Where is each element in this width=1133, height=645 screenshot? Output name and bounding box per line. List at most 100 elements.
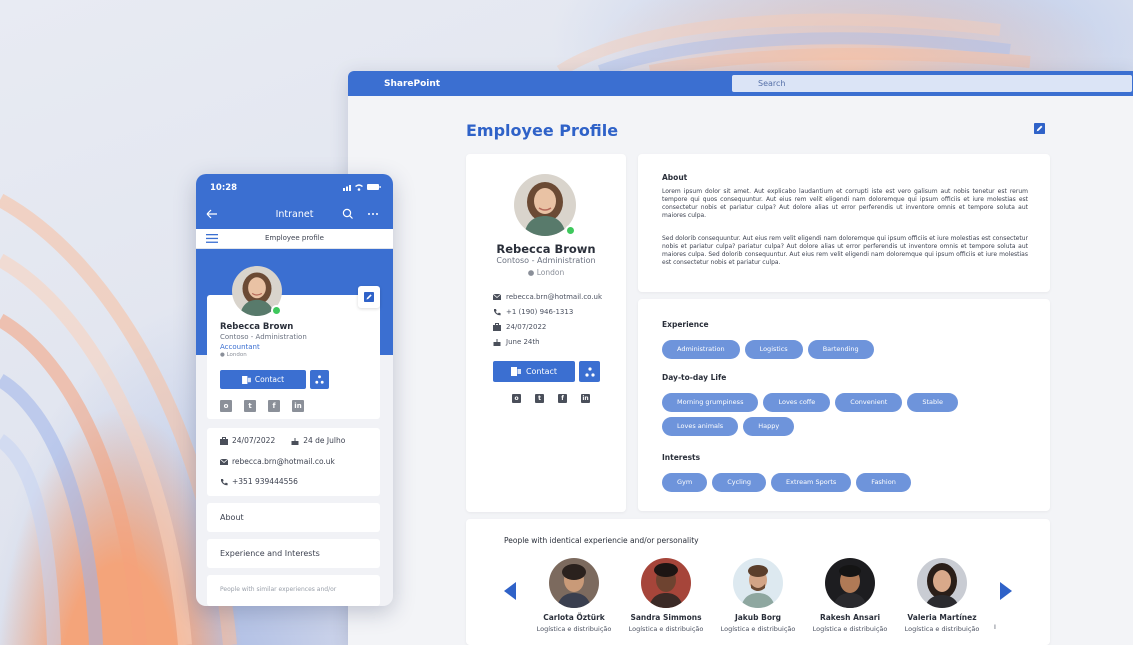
teams-icon [241,375,251,384]
tag[interactable]: Convenient [835,393,903,412]
about-card: About Lorem ipsum dolor sit amet. Aut ex… [638,154,1050,292]
mobile-profile-name: Rebecca Brown [220,322,294,332]
mobile-subheader-title: Employee profile [264,234,324,242]
person-card[interactable]: Jakub Borg Logística e distribuição [712,558,804,633]
tag[interactable]: Extream Sports [771,473,852,492]
mobile-contact-button[interactable]: Contact [220,370,306,389]
phone-icon [494,309,501,316]
location-pin-icon: ● [527,268,535,277]
person-card[interactable]: Rakesh Ansari Logística e distribuição [804,558,896,633]
search-input[interactable]: Search [732,75,1132,92]
tag[interactable]: Stable [907,393,958,412]
interests-tags: Gym Cycling Extream Sports Fashion [662,473,1022,492]
about-title: About [662,173,688,182]
profile-card: Rebecca Brown Contoso - Administration ●… [466,154,626,512]
cake-icon [493,339,501,346]
top-bar: SharePoint Search [348,71,1133,96]
tag[interactable]: Gym [662,473,708,492]
experience-card: Experience Administration Logistics Bart… [638,299,1050,511]
avatar [514,174,576,236]
person-card[interactable]: Valeria Martínez Logística e distribuiçã… [896,558,988,633]
phone-icon [221,478,228,485]
status-icons [343,184,381,191]
avatar [232,266,282,316]
mobile-phone-row[interactable]: +351 939444556 [220,477,298,486]
mail-icon [493,294,501,300]
org-chart-icon [584,366,595,377]
briefcase-icon [493,323,501,331]
org-chart-icon [315,375,324,384]
carousel-prev-button[interactable] [504,582,516,600]
online-status-badge [565,225,576,236]
status-time: 10:28 [210,183,238,193]
twitter-icon[interactable]: t [535,394,544,403]
cake-icon [291,437,299,445]
person-photo [549,558,599,608]
facebook-icon[interactable]: f [268,400,280,412]
tag[interactable]: Logistics [744,340,803,359]
contact-button[interactable]: Contact [493,361,575,382]
people-card: People with identical experiencie and/or… [466,519,1050,645]
briefcase-icon [220,436,228,445]
profile-location: ● London [527,268,565,277]
linkedin-icon[interactable]: in [292,400,304,412]
person-photo [733,558,783,608]
tag[interactable]: Loves animals [662,417,739,436]
experience-tags: Administration Logistics Bartending [662,340,1022,359]
edit-icon [364,292,374,302]
instagram-icon[interactable]: o [512,394,521,403]
people-carousel: Carlota Öztürk Logística e distribuição … [528,558,988,633]
mobile-profile-org: Contoso - Administration [220,333,307,341]
facebook-icon[interactable]: f [558,394,567,403]
person-photo [917,558,967,608]
start-date-row: 24/07/2022 [493,323,546,331]
person-card[interactable]: Sandra Simmons Logística e distribuição [620,558,712,633]
mobile-profile-role: Accountant [220,343,260,351]
tag[interactable]: Cycling [712,473,767,492]
tag[interactable]: Bartending [807,340,874,359]
email-row[interactable]: rebecca.brn@hotmail.co.uk [493,293,602,301]
mobile-org-chart-button[interactable] [310,370,329,389]
edit-icon[interactable] [1034,123,1045,134]
mobile-start-date-row: 24/07/2022 24 de Julho [220,436,345,445]
app-brand[interactable]: SharePoint [384,79,440,89]
person-card[interactable]: Carlota Öztürk Logística e distribuição [528,558,620,633]
mobile-email-row[interactable]: rebecca.brn@hotmail.co.uk [220,457,335,466]
tag[interactable]: Morning grumpiness [662,393,759,412]
mobile-about-label: About [220,513,244,522]
edit-button[interactable] [358,286,380,308]
sharepoint-window: SharePoint Search Employee Profile Rebec… [348,71,1133,645]
mobile-social-links: o t f in [220,400,304,412]
daytoday-title: Day-to-day Life [662,373,727,382]
interests-title: Interests [662,453,701,462]
birthday-row: June 24th [493,338,540,346]
page-title: Employee Profile [466,121,619,140]
experience-title: Experience [662,320,709,329]
mail-icon [220,458,228,465]
daytoday-tags: Morning grumpiness Loves coffe Convenien… [662,393,962,436]
tag[interactable]: Administration [662,340,740,359]
people-title: People with identical experiencie and/or… [504,536,699,545]
about-paragraph-2: Sed dolorib consequuntur. Aut eius rem v… [662,235,1028,266]
tag[interactable]: Loves coffe [763,393,831,412]
mobile-similar-label: People with similar experiences and/or [220,586,337,593]
about-paragraph-1: Lorem ipsum dolor sit amet. Aut explicab… [662,188,1028,219]
person-photo [641,558,691,608]
tag[interactable]: Fashion [856,473,911,492]
mobile-subheader: Employee profile [196,229,393,249]
carousel-trailing-text: I [994,623,996,631]
tag[interactable]: Happy [743,417,795,436]
person-photo [825,558,875,608]
carousel-next-button[interactable] [1000,582,1012,600]
mobile-profile-location: ● London [220,352,247,358]
instagram-icon[interactable]: o [220,400,232,412]
org-chart-button[interactable] [579,361,600,382]
social-links: o t f in [512,394,590,403]
mobile-app: 10:28 Intranet Employee profile Rebecca … [196,174,393,606]
twitter-icon[interactable]: t [244,400,256,412]
profile-org: Contoso - Administration [496,256,596,265]
phone-row[interactable]: +1 (190) 946-1313 [493,308,573,316]
profile-name: Rebecca Brown [496,242,596,256]
linkedin-icon[interactable]: in [581,394,590,403]
mobile-experience-label: Experience and Interests [220,549,320,558]
